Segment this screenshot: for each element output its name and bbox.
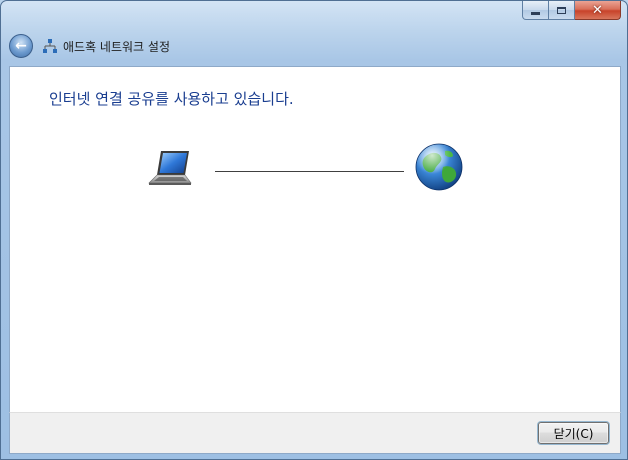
caption-buttons: ✕ — [522, 1, 621, 21]
maximize-button[interactable] — [549, 1, 575, 20]
content-area: 인터넷 연결 공유를 사용하고 있습니다. — [9, 66, 621, 412]
minimize-icon — [531, 11, 540, 15]
minimize-button[interactable] — [522, 1, 549, 20]
maximize-icon — [557, 6, 566, 14]
window-title: 애드혹 네트워크 설정 — [63, 39, 170, 54]
footer-bar: 닫기(C) — [9, 412, 621, 454]
globe-icon — [415, 143, 463, 191]
laptop-icon — [148, 151, 192, 185]
page-heading: 인터넷 연결 공유를 사용하고 있습니다. — [49, 90, 294, 108]
back-arrow-icon: ← — [15, 37, 27, 54]
network-icon — [43, 39, 57, 53]
window-frame: ✕ ← 애드혹 네트워크 설정 인터넷 연결 공유를 사용하고 있습니다. 닫기… — [0, 0, 628, 460]
connection-line — [215, 171, 404, 172]
back-button[interactable]: ← — [9, 34, 33, 58]
close-icon: ✕ — [592, 2, 603, 18]
close-window-button[interactable]: ✕ — [575, 1, 621, 20]
close-button[interactable]: 닫기(C) — [538, 422, 609, 444]
title-bar: ← 애드혹 네트워크 설정 — [9, 32, 609, 60]
